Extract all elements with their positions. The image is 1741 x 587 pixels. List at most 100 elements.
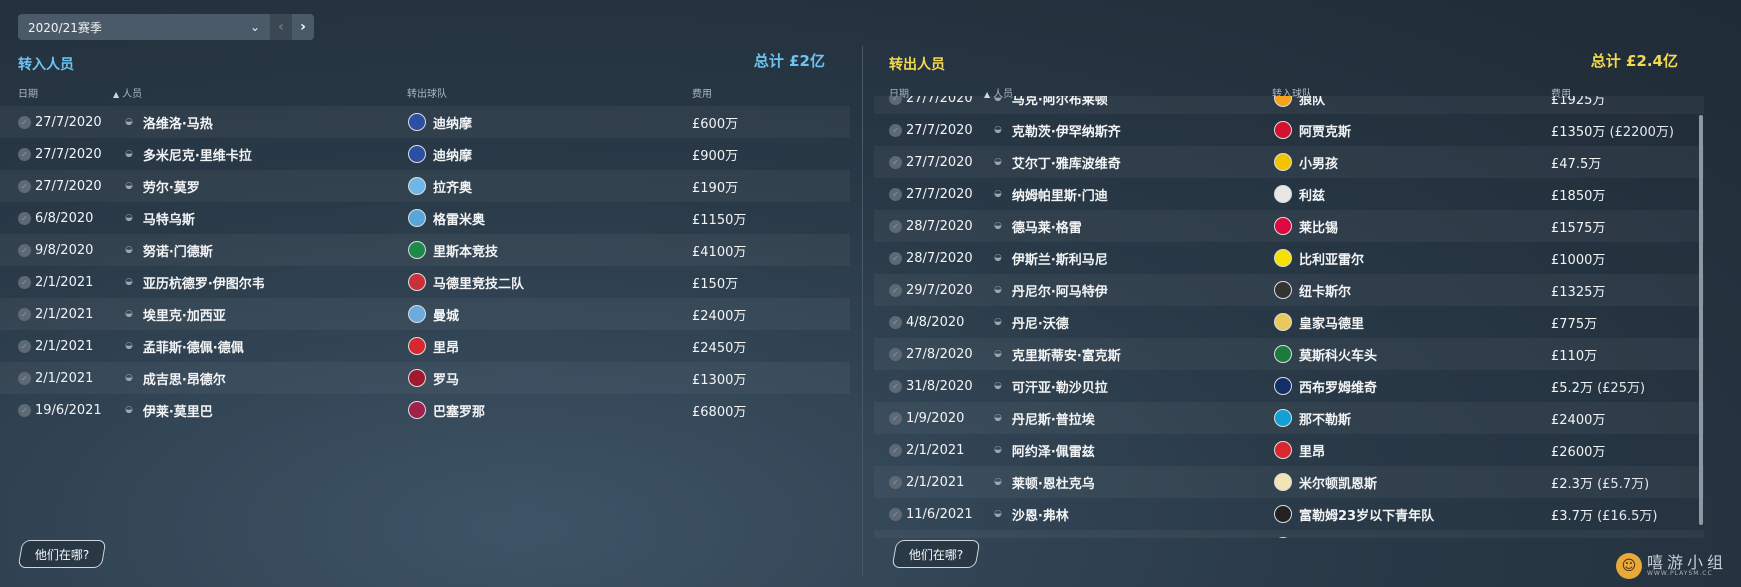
club-cell[interactable]: 里昂 — [408, 330, 459, 362]
column-fee[interactable]: 费用 — [692, 85, 712, 100]
table-row[interactable]: ✓ 2/1/2021 ◒ 莱顿·恩杜克乌 米尔顿凯恩斯 £2.3万 (£5.7万) — [874, 466, 1704, 498]
person-cell[interactable]: ◒ 亚历杭德罗·伊图尔韦 — [125, 266, 265, 298]
person-cell[interactable]: ◒ 孟菲斯·德佩·德佩 — [125, 330, 244, 362]
person-cell[interactable]: ◒ 纳姆帕里斯·门迪 — [994, 178, 1108, 210]
club-cell[interactable]: 米尔顿凯恩斯 — [1274, 466, 1377, 498]
person-icon: ◒ — [994, 509, 1002, 519]
club-cell[interactable]: 富勒姆23岁以下青年队 — [1274, 498, 1434, 530]
club-cell[interactable]: 那不勒斯 — [1274, 402, 1351, 434]
club-cell[interactable]: 马德里竞技二队 — [408, 266, 524, 298]
club-cell[interactable]: 迪纳摩 — [408, 106, 472, 138]
fee-cell: £1325万 — [1551, 284, 1606, 300]
person-cell[interactable]: ◒ 伊莱·莫里巴 — [125, 394, 213, 426]
check-icon: ✓ — [18, 115, 31, 129]
club-cell[interactable]: 巴塞罗那 — [408, 394, 485, 426]
where-are-they-button[interactable]: 他们在哪? — [17, 540, 107, 568]
person-cell[interactable]: ◒ 艾尔丁·雅库波维奇 — [994, 146, 1121, 178]
table-row[interactable]: ✓ 2/1/2021 ◒ 孟菲斯·德佩·德佩 里昂 £2450万 — [0, 330, 850, 362]
club-cell[interactable]: 纽卡斯尔 — [1274, 274, 1351, 306]
club-cell[interactable]: 迪纳摩 — [408, 138, 472, 170]
table-row[interactable]: ✓ 28/7/2020 ◒ 伊斯兰·斯利马尼 比利亚雷尔 £1000万 — [874, 242, 1704, 274]
outgoing-scrollbar[interactable] — [1699, 115, 1703, 525]
club-cell[interactable]: 西布罗姆维奇 — [1274, 370, 1377, 402]
person-cell[interactable]: ◒ 马特乌斯 — [125, 202, 195, 234]
club-cell[interactable]: 莫斯科火车头 — [1274, 338, 1377, 370]
table-row[interactable]: ✓ 11/6/2021 ◒ 沙恩·弗林 富勒姆23岁以下青年队 £3.7万 (£16.5万… — [874, 498, 1704, 530]
person-cell[interactable]: ◒ 丹尼尔·阿马特伊 — [994, 274, 1108, 306]
table-row[interactable]: ✓ 2/1/2021 ◒ 埃里克·加西亚 曼城 £2400万 — [0, 298, 850, 330]
person-icon: ◒ — [125, 149, 133, 159]
person-cell[interactable]: ◒ 洛维洛·马热 — [125, 106, 213, 138]
table-row[interactable]: ✓ 28/7/2020 ◒ 德马莱·格雷 莱比锡 £1575万 — [874, 210, 1704, 242]
person-cell[interactable]: ◒ 多米尼克·里维卡拉 — [125, 138, 252, 170]
table-row[interactable]: ✓ 2/1/2021 ◒ 成吉思·昂德尔 罗马 £1300万 — [0, 362, 850, 394]
person-cell[interactable]: ◒尤里·蒂耶勒曼斯 — [994, 530, 1108, 538]
table-row[interactable]: ✓ 27/8/2020 ◒ 克里斯蒂安·富克斯 莫斯科火车头 £110万 — [874, 338, 1704, 370]
person-icon: ◒ — [125, 341, 133, 351]
column-person[interactable]: ▲ 人员 — [113, 85, 142, 100]
table-row[interactable]: ✓ 2/1/2021 ◒ 阿约泽·佩雷兹 里昂 £2600万 — [874, 434, 1704, 466]
person-cell[interactable]: ◒ 德马莱·格雷 — [994, 210, 1082, 242]
table-row[interactable]: ✓ 6/8/2020 ◒ 马特乌斯 格雷米奥 £1150万 — [0, 202, 850, 234]
person-cell[interactable]: ◒ 沙恩·弗林 — [994, 498, 1069, 530]
person-cell[interactable]: ◒ 成吉思·昂德尔 — [125, 362, 226, 394]
table-row[interactable]: ✓ 29/7/2020 ◒ 丹尼尔·阿马特伊 纽卡斯尔 £1325万 — [874, 274, 1704, 306]
table-row[interactable]: ✓ 27/7/2020 ◒ 多米尼克·里维卡拉 迪纳摩 £900万 — [0, 138, 850, 170]
person-cell[interactable]: ◒ 马克·阿尔布莱顿 — [994, 96, 1108, 114]
person-cell[interactable]: ◒ 阿约泽·佩雷兹 — [994, 434, 1095, 466]
club-cell[interactable]: 格雷米奥 — [408, 202, 485, 234]
club-crest-icon — [408, 241, 426, 259]
club-cell[interactable]: 罗马 — [408, 362, 459, 394]
table-row[interactable]: ✓ 27/7/2020 ◒ 洛维洛·马热 迪纳摩 £600万 — [0, 106, 850, 138]
club-crest-icon — [408, 337, 426, 355]
person-cell[interactable]: ◒ 可汗亚·勒沙贝拉 — [994, 370, 1108, 402]
table-row[interactable]: ✓ 19/6/2021 ◒ 伊莱·莫里巴 巴塞罗那 £6800万 — [0, 394, 850, 426]
person-cell[interactable]: ◒ 努诺·门德斯 — [125, 234, 213, 266]
person-cell[interactable]: ◒ 克里斯蒂安·富克斯 — [994, 338, 1121, 370]
club-cell[interactable]: 阿贾克斯 — [1274, 114, 1351, 146]
club-cell[interactable]: 曼联 — [1274, 530, 1325, 538]
person-cell[interactable]: ◒ 埃里克·加西亚 — [125, 298, 226, 330]
table-row[interactable]: ✓ 27/7/2020 ◒ 劳尔·莫罗 拉齐奥 £190万 — [0, 170, 850, 202]
table-row[interactable]: ✓ 27/7/2020 ◒ 艾尔丁·雅库波维奇 小男孩 £47.5万 — [874, 146, 1704, 178]
person-icon: ◒ — [994, 445, 1002, 455]
person-cell[interactable]: ◒ 克勒茨·伊罕纳斯齐 — [994, 114, 1121, 146]
club-crest-icon — [408, 273, 426, 291]
date-cell: ✓ 28/7/2020 — [889, 210, 973, 242]
person-cell[interactable]: ◒ 莱顿·恩杜克乌 — [994, 466, 1095, 498]
where-are-they-button[interactable]: 他们在哪? — [891, 540, 981, 568]
date-cell: ✓ 27/7/2020 — [889, 96, 973, 114]
column-date[interactable]: 日期 — [18, 85, 38, 100]
club-cell[interactable]: 曼城 — [408, 298, 459, 330]
club-cell[interactable]: 小男孩 — [1274, 146, 1338, 178]
table-row[interactable]: ✓ 2/1/2021 ◒ 亚历杭德罗·伊图尔韦 马德里竞技二队 £150万 — [0, 266, 850, 298]
club-cell[interactable]: 比利亚雷尔 — [1274, 242, 1364, 274]
check-icon: ✓ — [889, 475, 902, 489]
outgoing-total: 总计 £2.4亿 — [1590, 52, 1678, 70]
person-cell[interactable]: ◒ 丹尼·沃德 — [994, 306, 1069, 338]
table-row[interactable]: ✓ 9/8/2020 ◒ 努诺·门德斯 里斯本竞技 £4100万 — [0, 234, 850, 266]
club-cell[interactable]: 里斯本竞技 — [408, 234, 498, 266]
date-cell: ✓ 19/6/2021 — [18, 394, 102, 426]
table-row[interactable]: ✓ 27/7/2020 ◒ 马克·阿尔布莱顿 狼队 £1925万 — [874, 96, 1704, 114]
club-cell[interactable]: 利兹 — [1274, 178, 1325, 210]
club-cell[interactable]: 里昂 — [1274, 434, 1325, 466]
table-row[interactable]: ✓ 4/8/2020 ◒ 丹尼·沃德 皇家马德里 £775万 — [874, 306, 1704, 338]
column-club[interactable]: 转出球队 — [407, 85, 447, 100]
table-row[interactable]: ✓ 1/9/2020 ◒ 丹尼斯·普拉埃 那不勒斯 £2400万 — [874, 402, 1704, 434]
person-cell[interactable]: ◒ 劳尔·莫罗 — [125, 170, 200, 202]
table-row[interactable]: ✓ 31/8/2020 ◒ 可汗亚·勒沙贝拉 西布罗姆维奇 £5.2万 (£25万) — [874, 370, 1704, 402]
club-cell[interactable]: 莱比锡 — [1274, 210, 1338, 242]
club-cell[interactable]: 狼队 — [1274, 96, 1325, 114]
person-cell[interactable]: ◒ 丹尼斯·普拉埃 — [994, 402, 1095, 434]
date-cell: ✓ 9/8/2020 — [18, 234, 93, 266]
club-crest-icon — [408, 401, 426, 419]
club-cell[interactable]: 皇家马德里 — [1274, 306, 1364, 338]
table-row[interactable]: ✓ 27/7/2020 ◒ 纳姆帕里斯·门迪 利兹 £1850万 — [874, 178, 1704, 210]
person-cell[interactable]: ◒ 伊斯兰·斯利马尼 — [994, 242, 1108, 274]
date-cell: ✓15/6/2021 — [889, 530, 973, 538]
check-icon: ✓ — [889, 315, 902, 329]
club-cell[interactable]: 拉齐奥 — [408, 170, 472, 202]
table-row[interactable]: ✓15/6/2021 ◒尤里·蒂耶勒曼斯 曼联 £9000万 — [874, 530, 1704, 538]
table-row[interactable]: ✓ 27/7/2020 ◒ 克勒茨·伊罕纳斯齐 阿贾克斯 £1350万 (£2200万) — [874, 114, 1704, 146]
